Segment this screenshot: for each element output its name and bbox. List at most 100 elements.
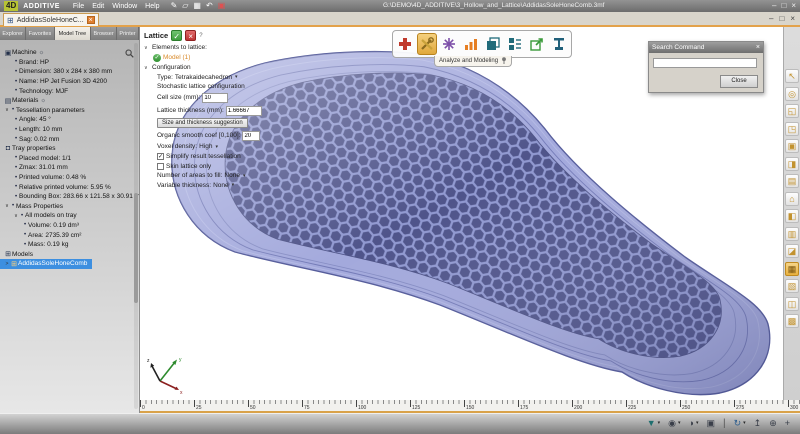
solid-icon[interactable]: ▣ (706, 417, 715, 429)
tree-item-sag[interactable]: •Sag: 0.02 mm (0, 134, 139, 144)
tab-printer[interactable]: Printer (117, 27, 139, 40)
tab-favorites[interactable]: Favorites (26, 27, 54, 40)
shading-icon[interactable]: ◑▾ (689, 417, 699, 429)
tab-model-tree[interactable]: Model Tree (55, 27, 92, 40)
window-minimize-icon[interactable]: – (772, 1, 776, 10)
tree-item-length[interactable]: •Length: 10 mm (0, 125, 139, 135)
apply-button[interactable]: ✓ (171, 30, 182, 41)
tree-item-addidassolehonecomb[interactable]: >⊞AddidasSoleHoneComb (0, 259, 92, 269)
visibility-icon[interactable]: ◉▾ (668, 417, 680, 429)
tools-button[interactable] (417, 33, 437, 55)
tree-item-relative-printed-volume[interactable]: •Relative printed volume: 5.95 % (0, 182, 139, 192)
clipboard-icon[interactable]: ▤ (785, 174, 799, 188)
target-icon[interactable]: ◎ (785, 87, 799, 101)
layers-icon[interactable]: ▧ (785, 279, 799, 293)
undo-icon[interactable]: ↶ (206, 1, 213, 11)
tree-item-brand[interactable]: •Brand: HP (0, 58, 139, 68)
lattice-model-item[interactable]: ✓ Model (1) (144, 54, 276, 62)
document-tab[interactable]: ⊞ AddidasSoleHoneC... × (3, 13, 99, 26)
save-icon[interactable]: ▦ (193, 1, 201, 11)
pointer-icon[interactable]: ↖ (785, 69, 799, 83)
menu-window[interactable]: Window (112, 3, 137, 10)
tree-item-zmax[interactable]: •Zmax: 31.01 mm (0, 163, 139, 173)
print-icon[interactable]: ▣ (218, 1, 226, 11)
tree-item-bounding-box[interactable]: •Bounding Box: 283.66 x 121.58 x 30.91 m… (0, 192, 139, 202)
size-thickness-suggestion-button[interactable]: Size and thickness suggestion (157, 118, 248, 128)
organic-smooth-input[interactable] (242, 131, 260, 141)
toolbar-group-tab[interactable]: Analyze and Modeling (434, 56, 512, 67)
snapshot-icon[interactable]: ◨ (785, 157, 799, 171)
variable-thickness-dropdown[interactable]: Variable thickness: None ▾ (144, 182, 276, 189)
grid-view-icon[interactable]: ▦ (785, 262, 799, 276)
camera-icon[interactable]: ▣ (785, 139, 799, 153)
gear-icon[interactable]: ☼ (39, 50, 45, 56)
pencil-icon[interactable]: ✎ (171, 1, 178, 11)
lattice-thickness-input[interactable] (226, 106, 262, 116)
tree-item-tessellation-parameters[interactable]: ∨•Tessellation parameters (0, 106, 139, 116)
close-icon[interactable]: × (756, 44, 760, 51)
areas-dropdown[interactable]: Number of areas to fill: None ▾ (144, 172, 276, 179)
tab-browser[interactable]: Browser (91, 27, 117, 40)
skin-lattice-checkbox[interactable] (157, 163, 164, 170)
tree-item-placed-model[interactable]: •Placed model: 1/1 (0, 154, 139, 164)
tree-item-printed-volume[interactable]: •Printed volume: 0.48 % (0, 173, 139, 183)
scrollbar-thumb[interactable] (134, 193, 138, 303)
tree-item-area[interactable]: •Area: 2735.39 cm² (0, 230, 139, 240)
elements-section-header[interactable]: ∨ Elements to lattice: (144, 44, 276, 51)
mdi-close-icon[interactable]: × (790, 14, 795, 23)
pin-icon[interactable] (501, 57, 507, 64)
cell-size-input[interactable] (202, 93, 228, 103)
tree-item-name[interactable]: •Name: HP Jet Fusion 3D 4200 (0, 77, 139, 87)
publish-icon[interactable]: ↥ (754, 417, 762, 429)
search-icon[interactable] (125, 45, 134, 63)
simplify-checkbox[interactable] (157, 153, 164, 160)
box-view-icon[interactable]: ▥ (785, 227, 799, 241)
pan-icon[interactable]: + (785, 417, 790, 429)
center-icon[interactable]: ⊕ (769, 417, 777, 429)
home-view-icon[interactable]: ⌂ (785, 192, 799, 206)
nesting-button[interactable] (505, 33, 525, 55)
menu-file[interactable]: File (73, 3, 84, 10)
tree-item-dimension[interactable]: •Dimension: 380 x 284 x 380 mm (0, 67, 139, 77)
tab-explorer[interactable]: Explorer (0, 27, 26, 40)
open-folder-icon[interactable]: ▱ (182, 1, 188, 11)
tree-item-machine[interactable]: ▣Machine☼ (0, 48, 139, 58)
dialog-close-button[interactable]: Close (720, 75, 758, 88)
tree-item-materials[interactable]: ▤Materials☼ (0, 96, 139, 106)
filter-icon[interactable]: ▼▾ (647, 417, 660, 429)
iso-view-icon[interactable]: ◪ (785, 244, 799, 258)
close-tab-icon[interactable]: × (87, 16, 95, 24)
window-close-icon[interactable]: × (791, 1, 796, 10)
tree-item-volume[interactable]: •Volume: 0.19 dm³ (0, 221, 139, 231)
front-view-icon[interactable]: ◧ (785, 209, 799, 223)
orbit-icon[interactable]: ↻▾ (734, 417, 746, 429)
menu-help[interactable]: Help (145, 3, 159, 10)
section-icon[interactable]: ◫ (785, 297, 799, 311)
type-dropdown[interactable]: Type: Tetrakaidecahedron ▾ (144, 74, 276, 81)
stochastic-config-link[interactable]: Stochastic lattice configuration (144, 83, 276, 90)
zoom-window-icon[interactable]: ◱ (785, 104, 799, 118)
export-button[interactable] (527, 33, 547, 55)
help-icon[interactable]: ? (199, 33, 202, 39)
tree-item-mass[interactable]: •Mass: 0.19 kg (0, 240, 139, 250)
dialog-titlebar[interactable]: Search Command × (649, 42, 763, 53)
tree-item-technology[interactable]: •Technology: MJF (0, 86, 139, 96)
lattice-star-button[interactable] (439, 33, 459, 55)
settings-icon[interactable]: ▩ (785, 314, 799, 328)
tree-item-tray-properties[interactable]: ◘Tray properties (0, 144, 139, 154)
tree-item-models[interactable]: ⊞Models (0, 249, 139, 259)
panel-scrollbar[interactable] (134, 43, 138, 409)
fit-view-icon[interactable]: ◳ (785, 122, 799, 136)
gear-icon[interactable]: ☼ (40, 98, 46, 104)
viewport-3d[interactable]: Lattice ✓ × ? ∨ Elements to lattice: ✓ M… (140, 27, 783, 400)
voxel-density-dropdown[interactable]: Voxel density: High ▾ (144, 143, 276, 150)
search-command-input[interactable] (653, 58, 757, 68)
mdi-restore-icon[interactable]: □ (779, 14, 784, 23)
tree-item-angle[interactable]: •Angle: 45 ° (0, 115, 139, 125)
copy-button[interactable] (483, 33, 503, 55)
window-restore-icon[interactable]: □ (781, 1, 786, 10)
repair-button[interactable] (395, 33, 415, 55)
analysis-button[interactable] (461, 33, 481, 55)
menu-edit[interactable]: Edit (92, 3, 104, 10)
press-button[interactable] (549, 33, 569, 55)
